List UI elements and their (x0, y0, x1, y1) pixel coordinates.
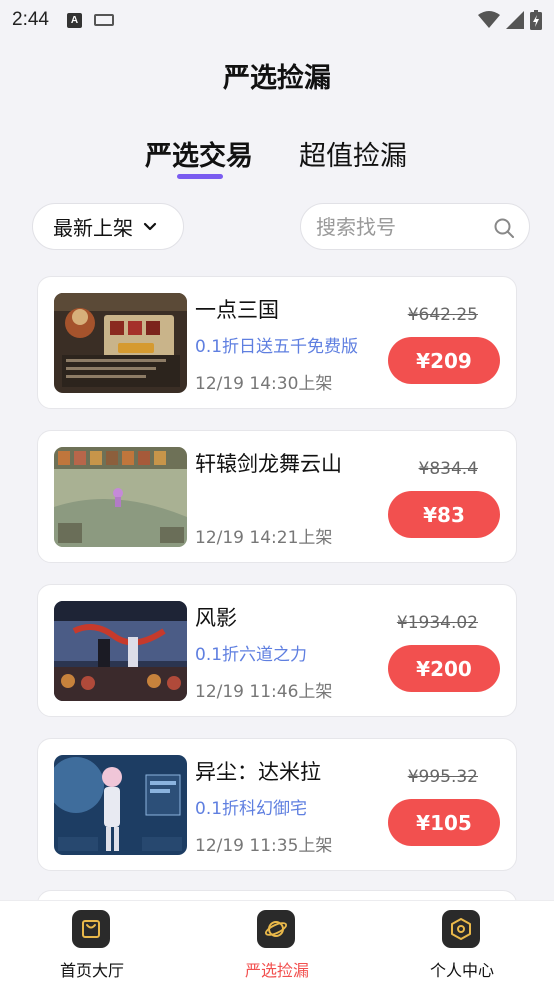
price-button[interactable]: ¥200 (388, 645, 500, 692)
sort-label: 最新上架 (53, 216, 133, 240)
tab-active-indicator (177, 174, 223, 179)
listing-time: 12/19 14:21上架 (195, 528, 333, 548)
game-thumbnail (54, 293, 187, 393)
price-button[interactable]: ¥105 (388, 799, 500, 846)
nav-item-home[interactable]: 首页大厅 (22, 901, 162, 984)
listing-time: 12/19 14:30上架 (195, 374, 333, 394)
search-input[interactable] (316, 214, 486, 239)
search-box[interactable] (300, 203, 530, 250)
game-thumbnail (54, 755, 187, 855)
status-right-icons (478, 10, 542, 30)
listing-time: 12/19 11:46上架 (195, 682, 333, 702)
nav-label: 个人中心 (429, 961, 494, 980)
search-icon[interactable] (493, 217, 515, 239)
nav-item-bargain[interactable]: 严选捡漏 (207, 901, 347, 984)
listing-title: 异尘：达米拉 (195, 760, 321, 784)
listing-card[interactable]: 轩辕剑龙舞云山 12/19 14:21上架 ¥834.4 ¥83 (37, 430, 517, 563)
listing-promo: 0.1折六道之力 (195, 645, 308, 665)
listing-time: 12/19 11:35上架 (195, 836, 333, 856)
listing-title: 轩辕剑龙舞云山 (195, 452, 342, 476)
listing-promo: 0.1折日送五千免费版 (195, 337, 359, 357)
signal-icon (506, 11, 524, 29)
chevron-down-icon (143, 222, 157, 230)
original-price: ¥642.25 (407, 305, 478, 325)
listing-title: 一点三国 (195, 298, 279, 322)
price-button[interactable]: ¥209 (388, 337, 500, 384)
tab-bar: 严选交易 超值捡漏 (0, 134, 554, 184)
keyboard-icon (93, 14, 114, 26)
original-price: ¥995.32 (407, 767, 478, 787)
tab-strict-trade[interactable]: 严选交易 (145, 134, 253, 173)
listing-card[interactable]: 异尘：达米拉 0.1折科幻御宅 12/19 11:35上架 ¥995.32 ¥1… (37, 738, 517, 871)
game-thumbnail (54, 447, 187, 547)
original-price: ¥834.4 (418, 459, 478, 479)
status-time: 2:44 (12, 9, 49, 30)
nav-label: 首页大厅 (59, 961, 124, 980)
sort-dropdown[interactable]: 最新上架 (32, 203, 184, 250)
planet-icon (257, 910, 295, 948)
tab-bargain[interactable]: 超值捡漏 (299, 134, 407, 173)
wifi-icon (478, 11, 500, 28)
listing-card[interactable]: 风影 0.1折六道之力 12/19 11:46上架 ¥1934.02 ¥200 (37, 584, 517, 717)
bag-icon (72, 910, 110, 948)
battery-charging-icon (530, 10, 542, 30)
original-price: ¥1934.02 (396, 613, 478, 633)
listing-title: 风影 (195, 606, 237, 630)
price-button[interactable]: ¥83 (388, 491, 500, 538)
status-bar: 2:44 A (0, 0, 554, 40)
listing-promo: 0.1折科幻御宅 (195, 799, 308, 819)
nav-item-profile[interactable]: 个人中心 (392, 901, 532, 984)
font-a-icon: A (66, 12, 82, 28)
listing-card[interactable]: 一点三国 0.1折日送五千免费版 12/19 14:30上架 ¥642.25 ¥… (37, 276, 517, 409)
hexagon-icon (442, 910, 480, 948)
nav-label: 严选捡漏 (244, 961, 309, 980)
game-thumbnail (54, 601, 187, 701)
bottom-nav: 首页大厅 严选捡漏 个人中心 (0, 900, 554, 984)
page-title: 严选捡漏 (223, 63, 331, 94)
